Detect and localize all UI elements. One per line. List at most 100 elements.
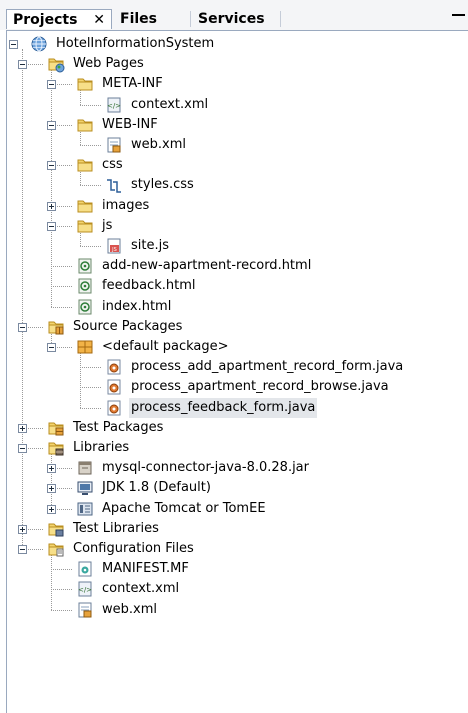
tab-separator xyxy=(280,11,281,27)
expand-toggle-icon[interactable] xyxy=(47,464,56,474)
tree-item-label: Web Pages xyxy=(73,56,144,72)
tree-item-label: process_add_apartment_record_form.java xyxy=(131,359,404,375)
collapse-toggle-icon[interactable] xyxy=(47,221,56,231)
tree-item-label: WEB-INF xyxy=(102,116,158,132)
svg-text:</>: </> xyxy=(107,102,121,110)
web-xml-file-icon xyxy=(107,137,121,153)
minimize-icon[interactable] xyxy=(452,14,465,16)
tree-item-label: HotelInformationSystem xyxy=(56,36,215,51)
tree-item-label: images xyxy=(102,197,150,213)
svg-text:</>: </> xyxy=(78,586,92,594)
tree-connector xyxy=(51,609,72,611)
java-file-icon xyxy=(107,400,121,416)
tab-services[interactable]: Services xyxy=(196,9,265,29)
expand-toggle-icon[interactable] xyxy=(47,201,56,211)
tree-item-label: context.xml xyxy=(102,581,180,597)
collapse-toggle-icon[interactable] xyxy=(18,545,27,554)
java-file-icon xyxy=(107,379,121,395)
tree-connector xyxy=(80,145,101,146)
tree-connector xyxy=(51,569,72,571)
xml-config-file-icon: </> xyxy=(78,581,92,597)
tree-connector xyxy=(51,266,72,268)
tree-item-label: process_feedback_form.java xyxy=(129,397,318,418)
java-file-icon xyxy=(107,359,121,375)
html-file-icon xyxy=(78,278,92,294)
tab-projects-label: Projects xyxy=(13,12,78,28)
tree-connector xyxy=(80,407,101,409)
tree-connector xyxy=(22,49,23,549)
libraries-icon xyxy=(48,442,64,456)
html-file-icon xyxy=(78,258,92,274)
tree-connector xyxy=(80,367,101,369)
tab-separator xyxy=(190,11,191,27)
tab-services-label: Services xyxy=(198,11,265,27)
tree-item-label: add-new-apartment-record.html xyxy=(102,258,312,274)
collapse-toggle-icon[interactable] xyxy=(47,343,56,352)
tab-files[interactable]: Files xyxy=(118,9,157,29)
tree-item-label: Apache Tomcat or TomEE xyxy=(102,500,266,516)
tree-connector xyxy=(80,387,101,389)
tree-item-label: styles.css xyxy=(131,177,194,193)
xml-config-file-icon: </> xyxy=(107,97,121,113)
tree-connector xyxy=(80,104,101,106)
tab-bar: Projects ✕ Files Services xyxy=(0,0,468,30)
tree-connector xyxy=(51,589,72,591)
collapse-toggle-icon[interactable] xyxy=(18,444,27,453)
server-icon xyxy=(77,502,93,516)
tree-item-label: context.xml xyxy=(131,96,209,112)
tree-item-label: <default package> xyxy=(102,339,229,354)
web-pages-folder-icon xyxy=(48,58,65,73)
tree-item-label: MANIFEST.MF xyxy=(102,561,189,577)
source-packages-icon xyxy=(48,321,64,335)
tree-item-label: Libraries xyxy=(73,440,130,455)
tree-item-label: css xyxy=(102,157,123,173)
tree-item-label: js xyxy=(102,217,113,233)
config-files-icon xyxy=(48,543,64,557)
package-icon xyxy=(77,340,93,354)
expand-toggle-icon[interactable] xyxy=(18,524,27,534)
jdk-icon xyxy=(77,481,93,496)
tree-item-label: feedback.html xyxy=(102,278,196,294)
css-file-icon xyxy=(107,179,121,194)
collapse-toggle-icon[interactable] xyxy=(18,322,27,332)
folder-icon xyxy=(77,78,93,91)
html-file-icon xyxy=(78,299,92,315)
collapse-toggle-icon[interactable] xyxy=(47,80,56,90)
tree-connector xyxy=(51,453,52,509)
expand-toggle-icon[interactable] xyxy=(47,484,56,494)
tree-item-label: Test Libraries xyxy=(73,520,159,536)
tree-item-label: Source Packages xyxy=(73,318,183,334)
collapse-toggle-icon[interactable] xyxy=(18,60,27,70)
folder-icon xyxy=(77,200,93,213)
folder-icon xyxy=(77,119,93,132)
tree-connector xyxy=(80,352,81,408)
collapse-toggle-icon[interactable] xyxy=(9,40,18,49)
tree-connector xyxy=(51,306,72,308)
folder-icon xyxy=(77,220,93,233)
close-icon[interactable]: ✕ xyxy=(93,10,105,30)
tree-connector xyxy=(51,554,52,610)
collapse-toggle-icon[interactable] xyxy=(47,120,56,130)
tree-item-label: META-INF xyxy=(102,76,163,92)
tree-item-label: Test Packages xyxy=(73,419,164,435)
folder-icon xyxy=(77,159,93,172)
svg-text:JS: JS xyxy=(111,247,117,253)
tree-item-label: web.xml xyxy=(131,137,186,152)
tree-connector xyxy=(80,246,101,247)
collapse-toggle-icon[interactable] xyxy=(47,161,56,171)
tab-files-label: Files xyxy=(120,11,157,27)
jar-file-icon xyxy=(78,461,92,475)
tree-item-label: site.js xyxy=(131,238,169,253)
tab-projects[interactable]: Projects ✕ xyxy=(6,9,112,29)
js-file-icon: JS xyxy=(107,238,121,254)
tree-connector xyxy=(80,185,101,187)
expand-toggle-icon[interactable] xyxy=(47,504,56,514)
tree-item-label: web.xml xyxy=(102,601,157,617)
tree-item-label: Configuration Files xyxy=(73,541,194,556)
tree-item-label: mysql-connector-java-8.0.28.jar xyxy=(102,460,309,476)
manifest-file-icon xyxy=(78,561,92,577)
web-xml-file-icon xyxy=(78,602,92,618)
test-packages-icon xyxy=(48,422,64,436)
expand-toggle-icon[interactable] xyxy=(18,423,27,433)
tree-item-label: process_apartment_record_browse.java xyxy=(131,379,389,395)
